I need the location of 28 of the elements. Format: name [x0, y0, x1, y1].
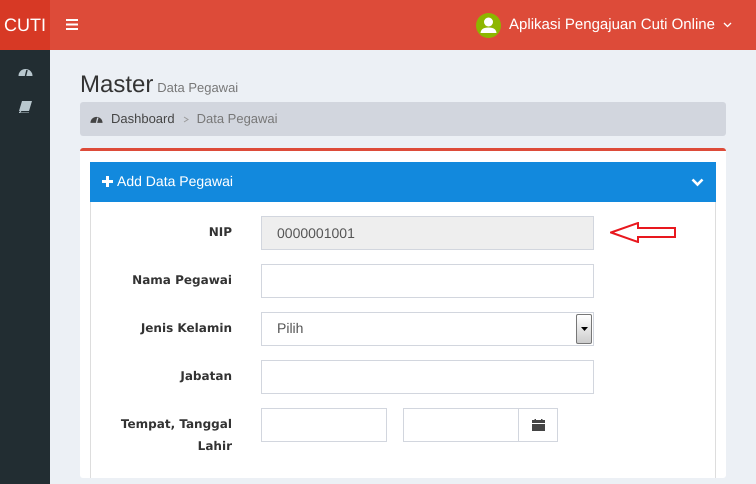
separator-icon: [182, 116, 189, 123]
place-field[interactable]: [261, 408, 387, 442]
dashboard-icon: [90, 114, 103, 124]
arrow-annotation-icon: [610, 222, 677, 244]
breadcrumb-link[interactable]: Dashboard: [111, 109, 175, 129]
panel-title: Add Data Pegawai: [117, 172, 233, 192]
gender-dropdown[interactable]: Pilih: [261, 312, 594, 346]
breadcrumb-link[interactable]: Data Pegawai: [196, 109, 278, 129]
page-title: Master: [80, 71, 154, 98]
panel-header[interactable]: Add Data Pegawai: [90, 162, 716, 202]
calendar-icon[interactable]: [519, 408, 558, 442]
text-field[interactable]: [261, 264, 594, 298]
app-logo[interactable]: CUTI: [0, 0, 50, 50]
dashboard-icon[interactable]: [18, 66, 32, 77]
book-icon[interactable]: [18, 101, 32, 113]
user-menu[interactable]: Aplikasi Pengajuan Cuti Online: [509, 14, 715, 36]
text-field[interactable]: [261, 360, 594, 394]
field-label: Nama Pegawai: [131, 272, 232, 289]
field-label: Jenis Kelamin: [139, 320, 232, 337]
page-subtitle: Data Pegawai: [157, 80, 238, 95]
caret-icon[interactable]: [580, 326, 588, 331]
date-field[interactable]: [403, 408, 519, 442]
field-label: Tempat, Tanggal Lahir: [120, 416, 232, 455]
plus-icon: [102, 176, 113, 188]
field-label: Jabatan: [178, 368, 232, 385]
chevron-icon[interactable]: [691, 178, 704, 188]
user-avatar-icon: [476, 12, 502, 38]
field-label: NIP: [208, 224, 232, 241]
